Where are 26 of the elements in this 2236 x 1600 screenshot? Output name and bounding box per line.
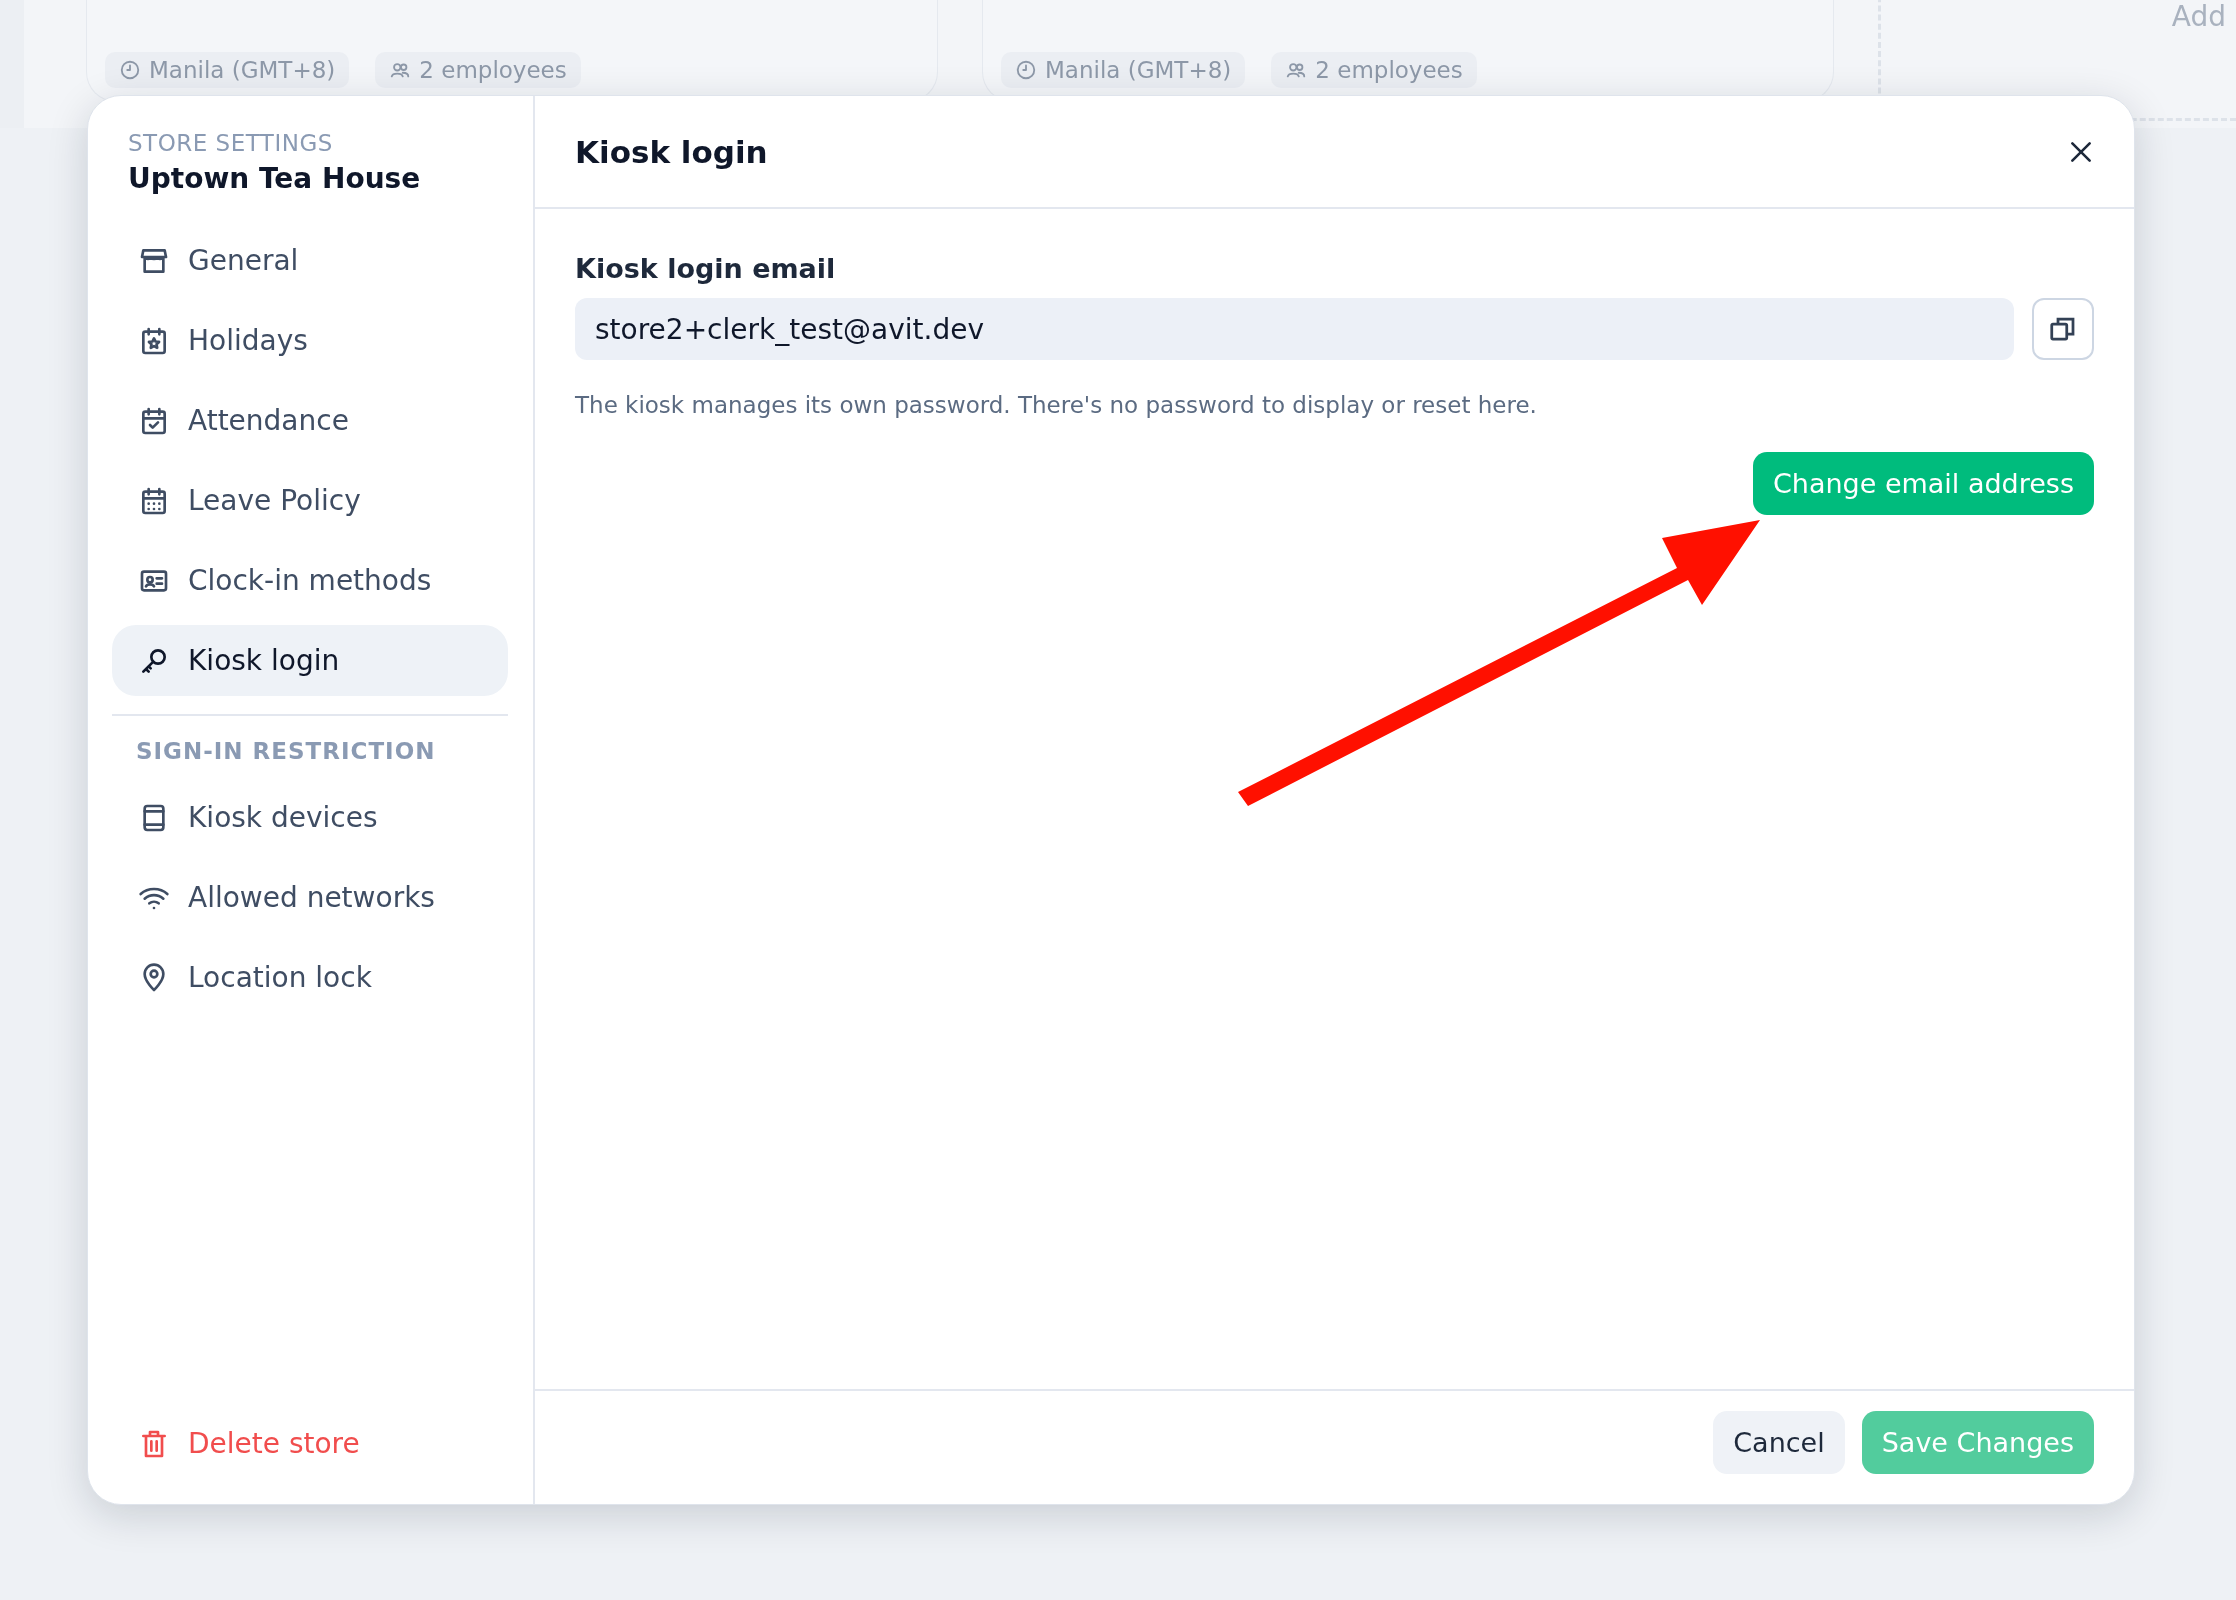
- clock-icon: [119, 59, 141, 81]
- sidebar-item[interactable]: Holidays: [112, 305, 508, 376]
- chip-label: Manila (GMT+8): [1045, 57, 1232, 83]
- cancel-button[interactable]: Cancel: [1713, 1411, 1845, 1474]
- section-label: STORE SETTINGS: [127, 130, 334, 156]
- store-name: Uptown Tea House: [127, 162, 422, 195]
- chip-label: Manila (GMT+8): [149, 57, 336, 83]
- dialog-title: Kiosk login: [575, 133, 768, 170]
- sidebar-item[interactable]: Clock-in methods: [112, 545, 508, 616]
- delete-store-link[interactable]: Delete store: [112, 1427, 508, 1460]
- sidebar-item[interactable]: Attendance: [112, 385, 508, 456]
- sidebar-item[interactable]: Allowed networks: [112, 862, 508, 933]
- help-text: The kiosk manages its own password. There's no password to display or reset here.: [575, 392, 1538, 418]
- field-label: Kiosk login email: [575, 253, 837, 284]
- chip-label: 2 employees: [1315, 57, 1463, 83]
- add-label: Add: [2171, 0, 2226, 34]
- copy-button[interactable]: [2032, 298, 2094, 360]
- sidebar-item[interactable]: Leave Policy: [112, 465, 508, 536]
- sidebar-item[interactable]: General: [112, 225, 508, 296]
- email-field[interactable]: store2+clerk_test@avit.dev: [575, 298, 2014, 360]
- sidebar-item[interactable]: Kiosk login: [112, 625, 508, 696]
- clock-icon: [1015, 59, 1037, 81]
- section-label: SIGN-IN RESTRICTION: [135, 738, 437, 764]
- sidebar-item[interactable]: Kiosk devices: [112, 782, 508, 853]
- sidebar-item[interactable]: Location lock: [112, 942, 508, 1013]
- chip-label: 2 employees: [419, 57, 567, 83]
